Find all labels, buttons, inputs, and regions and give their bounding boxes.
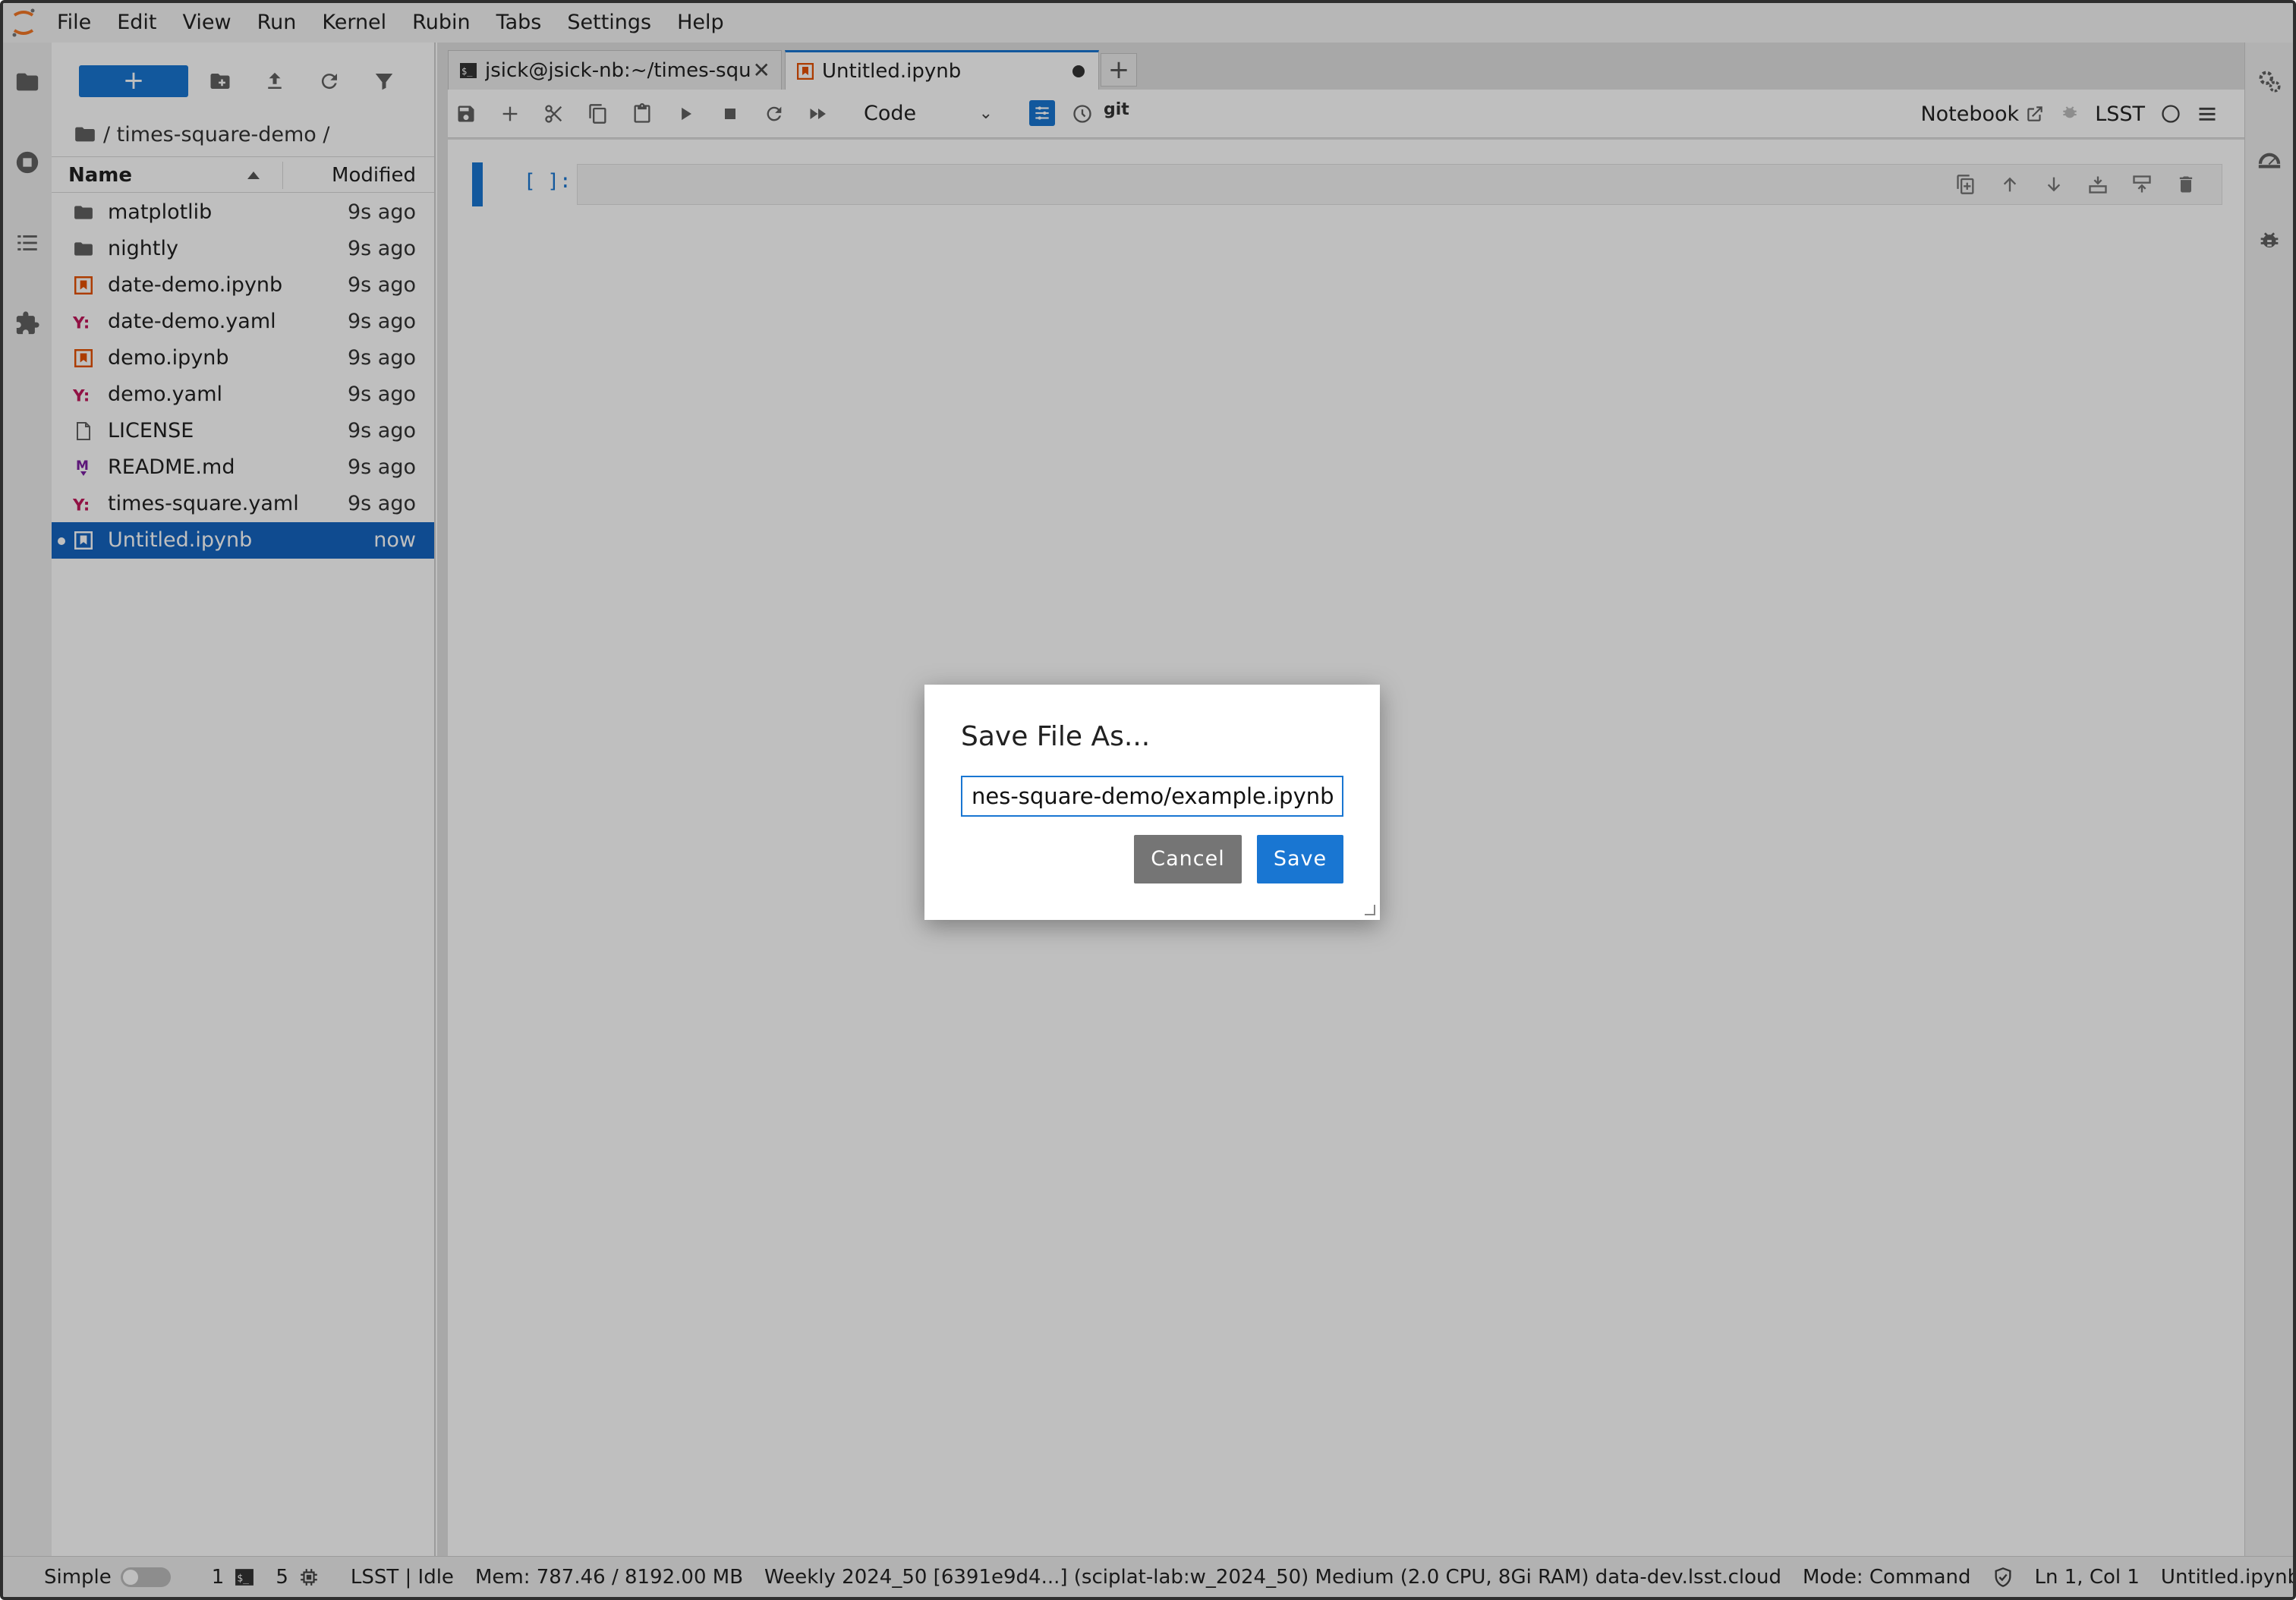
dialog-title: Save File As...: [961, 721, 1151, 752]
resize-handle-icon[interactable]: [1365, 905, 1375, 915]
jupyterlab-window: File Edit View Run Kernel Rubin Tabs Set…: [0, 0, 2296, 1600]
cancel-button[interactable]: Cancel: [1134, 835, 1242, 883]
filename-input[interactable]: [961, 776, 1343, 817]
save-file-as-dialog: Save File As... Cancel Save: [924, 685, 1380, 920]
save-button[interactable]: Save: [1257, 835, 1343, 883]
